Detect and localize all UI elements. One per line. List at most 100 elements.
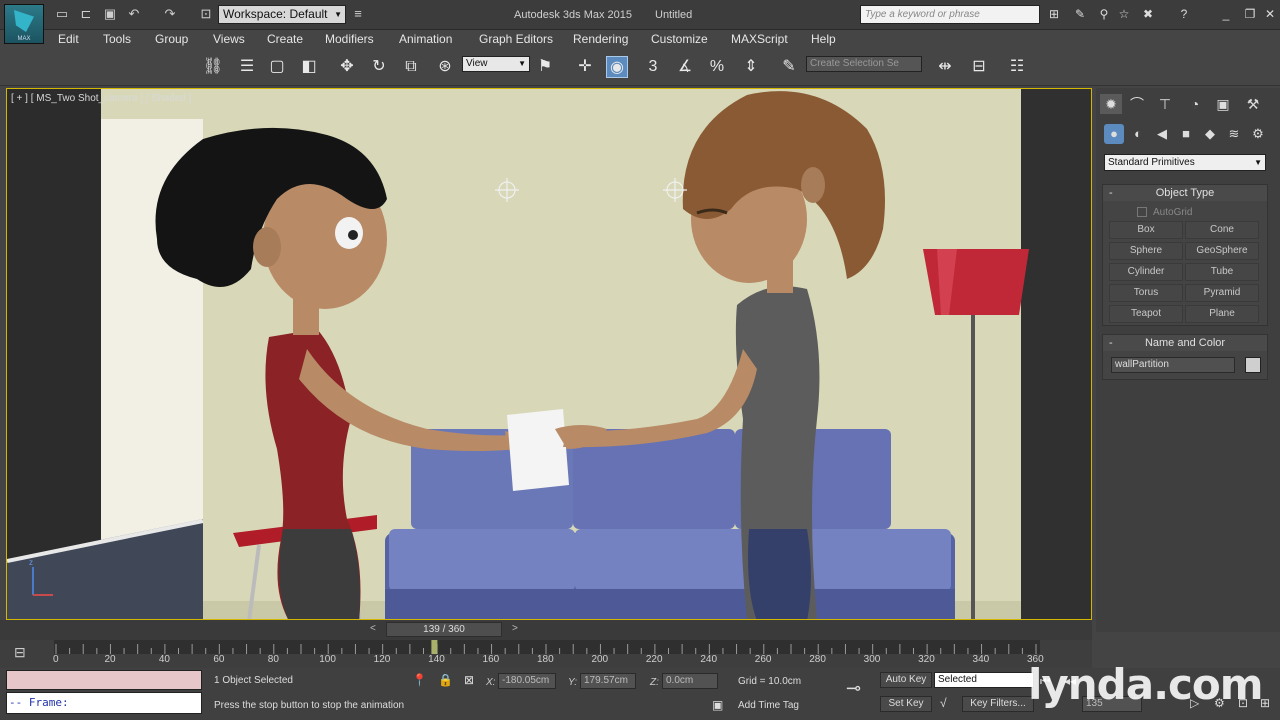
box-button[interactable]: Box bbox=[1109, 221, 1183, 239]
help-icon[interactable]: ? bbox=[1176, 7, 1192, 21]
select-manipulate-icon[interactable]: ◉ bbox=[606, 56, 628, 78]
sphere-button[interactable]: Sphere bbox=[1109, 242, 1183, 260]
x-coordinate-field[interactable]: -180.05cm bbox=[498, 673, 556, 689]
minimize-icon[interactable]: _ bbox=[1218, 7, 1234, 21]
search-input[interactable]: Type a keyword or phrase bbox=[860, 5, 1040, 24]
perspective-viewport[interactable]: z [ + ] [ MS_Two Shot_camera ] [ Shaded … bbox=[6, 88, 1092, 620]
object-name-field[interactable]: wallPartition bbox=[1111, 357, 1235, 373]
tube-button[interactable]: Tube bbox=[1185, 263, 1259, 281]
new-file-icon[interactable]: ▭ bbox=[54, 6, 70, 22]
mirror-icon[interactable]: ⇹ bbox=[934, 56, 956, 78]
isolate-selection-icon[interactable]: 📍 bbox=[412, 673, 427, 687]
window-crossing-icon[interactable]: ◧ bbox=[298, 56, 320, 78]
reference-coordinate-dropdown[interactable]: View ▼ bbox=[462, 56, 530, 72]
z-coordinate-field[interactable]: 0.0cm bbox=[662, 673, 718, 689]
save-file-icon[interactable]: ▣ bbox=[102, 6, 118, 22]
cameras-icon[interactable]: ■ bbox=[1176, 124, 1196, 144]
previous-frame-icon[interactable]: < bbox=[370, 623, 376, 634]
teapot-button[interactable]: Teapot bbox=[1109, 305, 1183, 323]
auto-key-button[interactable]: Auto Key bbox=[880, 672, 932, 688]
object-category-dropdown[interactable]: Standard Primitives ▼ bbox=[1104, 154, 1266, 171]
menu-edit[interactable]: Edit bbox=[58, 32, 79, 46]
pivot-center-icon[interactable]: ✛ bbox=[574, 56, 596, 78]
pyramid-button[interactable]: Pyramid bbox=[1185, 284, 1259, 302]
helpers-icon[interactable]: ◆ bbox=[1200, 124, 1220, 144]
cone-button[interactable]: Cone bbox=[1185, 221, 1259, 239]
binoculars-icon[interactable]: ⊞ bbox=[1046, 7, 1062, 21]
percent-snap-icon[interactable]: % bbox=[706, 56, 728, 78]
plane-button[interactable]: Plane bbox=[1185, 305, 1259, 323]
time-tag-icon[interactable]: ▣ bbox=[712, 698, 723, 712]
menu-animation[interactable]: Animation bbox=[399, 32, 452, 46]
restore-icon[interactable]: ❐ bbox=[1242, 7, 1258, 21]
y-coordinate-field[interactable]: 179.57cm bbox=[580, 673, 636, 689]
hierarchy-tab-icon[interactable]: ⊤ bbox=[1154, 94, 1176, 114]
customize-quick-access-icon[interactable]: ≡ bbox=[350, 6, 366, 22]
menu-views[interactable]: Views bbox=[213, 32, 245, 46]
create-tab-icon[interactable]: ✹ bbox=[1100, 94, 1122, 114]
project-folder-icon[interactable]: ⊡ bbox=[198, 6, 214, 22]
select-and-link-icon[interactable]: ⛓ bbox=[202, 56, 224, 78]
maxscript-listener-output[interactable] bbox=[6, 670, 202, 690]
align-icon[interactable]: ⊟ bbox=[968, 56, 990, 78]
favorites-star-icon[interactable]: ☆ bbox=[1116, 7, 1132, 21]
select-and-place-icon[interactable]: ⊛ bbox=[434, 56, 456, 78]
time-slider-thumb[interactable]: 139 / 360 bbox=[386, 622, 502, 637]
select-and-move-icon[interactable]: ✥ bbox=[336, 56, 358, 78]
shapes-icon[interactable]: ◐ bbox=[1128, 124, 1148, 144]
motion-tab-icon[interactable]: ◔ bbox=[1184, 94, 1206, 114]
undo-icon[interactable]: ↶ bbox=[126, 6, 142, 22]
absolute-mode-icon[interactable]: ⊠ bbox=[464, 673, 474, 687]
object-color-swatch[interactable] bbox=[1245, 357, 1261, 373]
lights-icon[interactable]: ◀ bbox=[1152, 124, 1172, 144]
menu-create[interactable]: Create bbox=[267, 32, 303, 46]
menu-graph-editors[interactable]: Graph Editors bbox=[479, 32, 553, 46]
redo-icon[interactable]: ↷ bbox=[162, 6, 178, 22]
geometry-icon[interactable]: ● bbox=[1104, 124, 1124, 144]
display-tab-icon[interactable]: ▣ bbox=[1212, 94, 1234, 114]
modify-tab-icon[interactable]: ⌒ bbox=[1126, 94, 1148, 114]
select-and-scale-icon[interactable]: ⧉ bbox=[400, 56, 422, 78]
set-key-icon[interactable]: ⊸ bbox=[846, 678, 861, 699]
systems-icon[interactable]: ⚙ bbox=[1248, 124, 1268, 144]
key-mode-dropdown[interactable]: Selected bbox=[934, 672, 1034, 688]
exchange-icon[interactable]: ✖ bbox=[1140, 7, 1156, 21]
maxscript-input[interactable]: -- Frame: bbox=[6, 692, 202, 714]
torus-button[interactable]: Torus bbox=[1109, 284, 1183, 302]
menu-maxscript[interactable]: MAXScript bbox=[731, 32, 788, 46]
menu-rendering[interactable]: Rendering bbox=[573, 32, 628, 46]
angle-snap-icon[interactable]: ∡ bbox=[674, 56, 696, 78]
add-time-tag[interactable]: Add Time Tag bbox=[738, 700, 799, 711]
select-by-name-icon[interactable]: ☰ bbox=[236, 56, 258, 78]
layer-manager-icon[interactable]: ☷ bbox=[1006, 56, 1028, 78]
edit-named-selection-icon[interactable]: ✎ bbox=[778, 56, 800, 78]
menu-help[interactable]: Help bbox=[811, 32, 836, 46]
menu-modifiers[interactable]: Modifiers bbox=[325, 32, 374, 46]
subscription-icon[interactable]: ✎ bbox=[1072, 7, 1088, 21]
app-logo[interactable]: MAX bbox=[4, 4, 44, 44]
open-file-icon[interactable]: ⊏ bbox=[78, 6, 94, 22]
viewport-label[interactable]: [ + ] [ MS_Two Shot_camera ] [ Shaded ] bbox=[11, 93, 191, 104]
set-key-button[interactable]: Set Key bbox=[880, 696, 932, 712]
space-warps-icon[interactable]: ≋ bbox=[1224, 124, 1244, 144]
name-and-color-header[interactable]: - Name and Color bbox=[1103, 335, 1267, 351]
default-tangent-icon[interactable]: √ bbox=[940, 696, 947, 710]
key-filters-button[interactable]: Key Filters... bbox=[962, 696, 1034, 712]
workspace-dropdown[interactable]: Workspace: Default ▼ bbox=[218, 5, 346, 24]
time-slider[interactable]: < 139 / 360 > bbox=[0, 620, 1092, 640]
cylinder-button[interactable]: Cylinder bbox=[1109, 263, 1183, 281]
menu-group[interactable]: Group bbox=[155, 32, 188, 46]
next-frame-icon[interactable]: > bbox=[512, 623, 518, 634]
track-bar[interactable]: ⊟ 0 20 40 60 80 100 120 140 160 180 200 220 240 260 28… bbox=[0, 640, 1092, 668]
rectangular-selection-icon[interactable]: ▢ bbox=[266, 56, 288, 78]
named-selection-icon[interactable]: ⚑ bbox=[534, 56, 556, 78]
object-type-header[interactable]: - Object Type bbox=[1103, 185, 1267, 201]
menu-customize[interactable]: Customize bbox=[651, 32, 708, 46]
current-frame-marker[interactable] bbox=[431, 640, 438, 654]
snaps-toggle-icon[interactable]: 3 bbox=[642, 56, 664, 78]
selection-set-dropdown[interactable]: Create Selection Se bbox=[806, 56, 922, 72]
spinner-snap-icon[interactable]: ⇕ bbox=[740, 56, 762, 78]
menu-tools[interactable]: Tools bbox=[103, 32, 131, 46]
select-and-rotate-icon[interactable]: ↻ bbox=[368, 56, 390, 78]
close-icon[interactable]: ✕ bbox=[1262, 7, 1278, 21]
